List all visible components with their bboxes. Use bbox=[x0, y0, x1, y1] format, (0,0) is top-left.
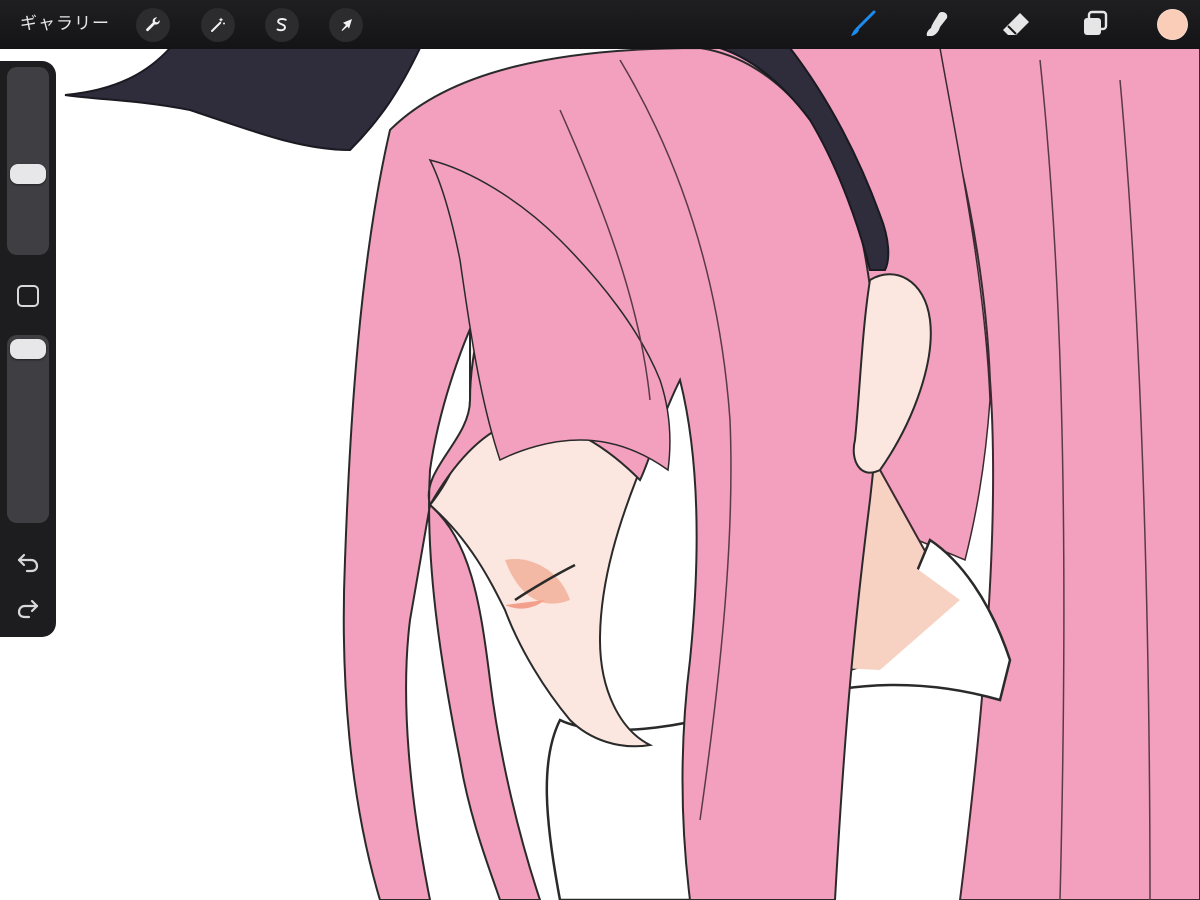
opacity-slider[interactable] bbox=[7, 335, 49, 523]
transform-button[interactable] bbox=[329, 8, 363, 42]
arrow-cursor-icon bbox=[341, 19, 352, 31]
layers-button[interactable] bbox=[1077, 6, 1113, 42]
selection-button[interactable] bbox=[265, 8, 299, 42]
eraser-icon bbox=[1003, 13, 1029, 35]
brush-tool-button[interactable] bbox=[845, 6, 881, 42]
opacity-thumb[interactable] bbox=[10, 339, 46, 359]
left-sidebar bbox=[0, 61, 56, 637]
undo-arrow-icon bbox=[17, 553, 39, 573]
brush-size-slider[interactable] bbox=[7, 67, 49, 255]
smudge-tool-button[interactable] bbox=[919, 6, 955, 42]
redo-arrow-icon bbox=[17, 599, 39, 619]
drawing-canvas[interactable] bbox=[0, 0, 1200, 900]
modify-button[interactable] bbox=[13, 281, 43, 311]
brush-active-stroke bbox=[855, 10, 876, 31]
brush-tip bbox=[851, 28, 859, 36]
smudge-finger-icon bbox=[926, 12, 948, 36]
redo-button[interactable] bbox=[13, 593, 43, 623]
square-icon bbox=[17, 285, 39, 307]
ribbon bbox=[64, 47, 422, 152]
top-toolbar: ギャラリー bbox=[0, 0, 1200, 49]
gallery-button[interactable]: ギャラリー bbox=[20, 11, 110, 37]
brush-icon bbox=[851, 10, 876, 36]
adjustments-button[interactable] bbox=[201, 8, 235, 42]
brush-size-thumb[interactable] bbox=[10, 163, 46, 184]
layers-icon bbox=[1084, 10, 1108, 35]
procreate-app: ギャラリー bbox=[0, 0, 1200, 900]
color-picker-button[interactable] bbox=[1157, 9, 1188, 40]
undo-button[interactable] bbox=[13, 547, 43, 577]
eraser-tool-button[interactable] bbox=[998, 6, 1034, 42]
magic-wand-icon bbox=[211, 17, 225, 32]
actions-button[interactable] bbox=[136, 8, 170, 42]
selection-s-icon bbox=[276, 18, 287, 32]
wrench-icon bbox=[146, 17, 160, 32]
